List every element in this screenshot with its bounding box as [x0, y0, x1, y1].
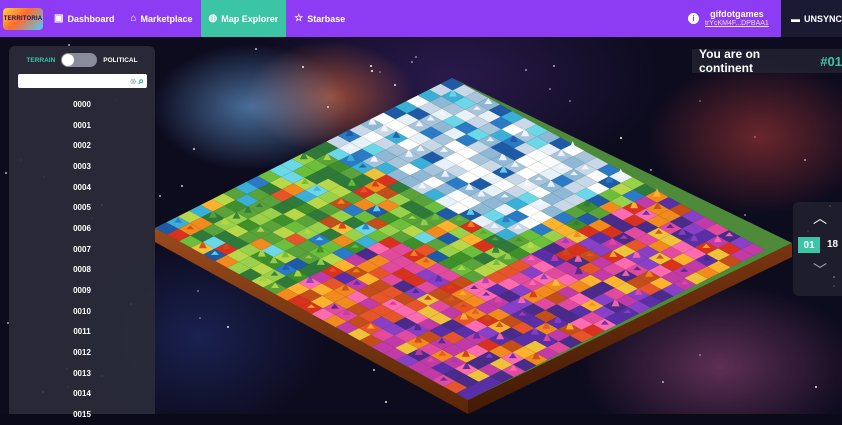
continent-list: 0000 0001 0002 0003 0004 0005 0006 0007 …: [9, 94, 155, 425]
list-item[interactable]: 0009: [9, 280, 155, 301]
list-item[interactable]: 0004: [9, 177, 155, 198]
top-nav-bar: TERRITORIA ▣ Dashboard ⌂ Marketplace ◍ M…: [0, 0, 842, 37]
username: gifdotgames: [710, 9, 764, 20]
dashboard-icon: ▣: [54, 12, 64, 24]
app-logo[interactable]: TERRITORIA: [0, 0, 46, 37]
toggle-terrain-label[interactable]: TERRAIN: [26, 57, 55, 64]
clear-icon[interactable]: ⊗: [130, 77, 137, 86]
list-item[interactable]: 0015: [9, 404, 155, 425]
list-item[interactable]: 0010: [9, 301, 155, 322]
switch-knob[interactable]: [62, 54, 75, 66]
pager-total: 18: [827, 239, 839, 250]
search-input[interactable]: [18, 75, 128, 87]
pager-current: 01: [798, 237, 820, 253]
list-item[interactable]: 0000: [9, 94, 155, 115]
continent-sidebar: TERRAIN POLITICAL ⊗ ⌕ 0000 0001 0002 000…: [9, 46, 155, 419]
search-icon[interactable]: ⌕: [138, 76, 144, 87]
current-continent-banner: You are on continent #01: [692, 47, 842, 75]
list-item[interactable]: 0012: [9, 342, 155, 363]
unsync-label: UNSYNC: [804, 13, 842, 24]
wallet-icon: ▬: [791, 13, 800, 24]
nav-dashboard-label: Dashboard: [67, 13, 115, 24]
chevron-up-icon[interactable]: ︿: [813, 208, 827, 228]
list-item[interactable]: 0005: [9, 197, 155, 218]
user-account[interactable]: i gifdotgames trYcKM4F...DPBAA1: [688, 0, 769, 37]
continent-prefix: You are on continent: [699, 47, 761, 75]
chevron-down-icon[interactable]: ﹀: [813, 260, 827, 280]
star-icon: ☆: [294, 12, 304, 24]
continent-pager: ︿ 01 18 ﹀: [793, 202, 842, 296]
nav-marketplace[interactable]: ⌂ Marketplace: [122, 0, 200, 37]
user-info: gifdotgames trYcKM4F...DPBAA1: [705, 9, 769, 27]
list-item[interactable]: 0001: [9, 115, 155, 136]
nav-starbase-label: Starbase: [307, 13, 346, 24]
terrain-political-switch[interactable]: [61, 53, 98, 67]
wallet-address-link[interactable]: trYcKM4F...DPBAA1: [705, 20, 769, 28]
unsync-button[interactable]: ▬ UNSYNC: [781, 0, 842, 37]
nav-starbase[interactable]: ☆ Starbase: [286, 0, 353, 37]
view-toggle: TERRAIN POLITICAL: [9, 53, 155, 67]
search-box: ⊗ ⌕: [18, 74, 147, 88]
list-item[interactable]: 0014: [9, 384, 155, 405]
globe-icon: ◍: [208, 12, 218, 24]
list-item[interactable]: 0007: [9, 239, 155, 260]
list-item[interactable]: 0003: [9, 156, 155, 177]
nav-map-explorer-label: Map Explorer: [221, 13, 279, 24]
nav-marketplace-label: Marketplace: [140, 13, 193, 24]
toggle-political-label[interactable]: POLITICAL: [103, 57, 137, 64]
list-item[interactable]: 0002: [9, 135, 155, 156]
list-item[interactable]: 0013: [9, 363, 155, 384]
store-icon: ⌂: [130, 12, 137, 24]
nav-map-explorer[interactable]: ◍ Map Explorer: [200, 0, 287, 37]
list-item[interactable]: 0011: [9, 322, 155, 343]
logo-mark: TERRITORIA: [3, 7, 43, 30]
list-item[interactable]: 0008: [9, 260, 155, 281]
nav-dashboard[interactable]: ▣ Dashboard: [46, 0, 122, 37]
info-icon: i: [688, 13, 699, 24]
list-item[interactable]: 0006: [9, 218, 155, 239]
continent-number: #01: [820, 53, 842, 69]
